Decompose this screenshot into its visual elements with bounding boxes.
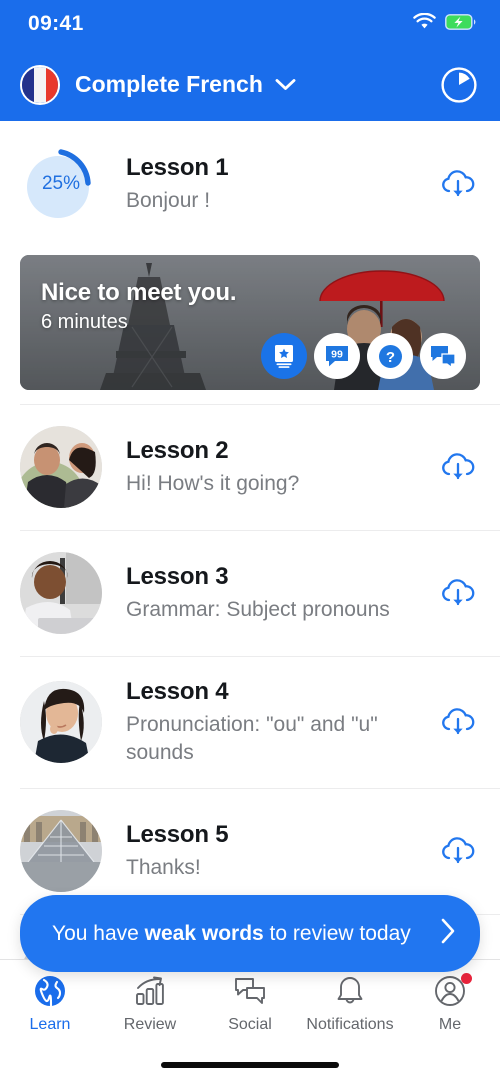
lesson-subtitle: Pronunciation: "ou" and "u" sounds [126, 713, 378, 764]
quiz-question-icon[interactable]: ? [367, 333, 413, 379]
cloud-download-icon[interactable] [438, 704, 478, 740]
battery-charging-icon [445, 13, 476, 35]
lesson-thumbnail [20, 680, 102, 763]
lesson-thumbnail [20, 426, 102, 508]
tab-label: Me [438, 1016, 462, 1033]
banner-text-bold: weak words [144, 921, 264, 945]
tab-label: Notifications [306, 1016, 394, 1033]
wifi-icon [413, 12, 436, 35]
chevron-down-icon[interactable] [275, 78, 296, 91]
tab-notifications[interactable]: Notifications [300, 974, 400, 1034]
svg-text:?: ? [385, 349, 394, 366]
bar-chart-arrow-icon [133, 974, 167, 1008]
status-bar-icons [413, 12, 476, 35]
lesson-row[interactable]: Lesson 4 Pronunciation: "ou" and "u" sou… [0, 656, 500, 788]
banner-text-after: to review today [263, 921, 411, 945]
phrases-bubble-icon[interactable]: 99 [314, 333, 360, 379]
featured-lesson-title: Nice to meet you. [41, 279, 237, 306]
tab-me[interactable]: Me [400, 973, 500, 1034]
tab-label: Learn [29, 1016, 71, 1033]
lesson-title: Lesson 5 [126, 820, 229, 848]
chat-bubbles-icon [232, 974, 268, 1008]
french-flag-icon [20, 64, 60, 105]
featured-lesson-card-wrap: Nice to meet you. 6 minutes 99 ? [0, 247, 500, 404]
notification-badge-dot [461, 973, 472, 984]
tab-social[interactable]: Social [200, 974, 300, 1034]
cloud-download-icon[interactable] [438, 833, 478, 869]
lesson-row[interactable]: Lesson 3 Grammar: Subject pronouns [0, 530, 500, 656]
lesson-progress-ring: 25% [20, 143, 102, 225]
tab-review[interactable]: Review [100, 974, 200, 1034]
conversation-bubbles-icon[interactable] [420, 333, 466, 379]
lesson-row[interactable]: 25% Lesson 1 Bonjour ! [0, 121, 500, 247]
featured-lesson-actions: 99 ? [261, 333, 466, 379]
lesson-text: Lesson 1 Bonjour ! [102, 154, 438, 215]
cloud-download-icon[interactable] [438, 449, 478, 485]
lesson-text: Lesson 4 Pronunciation: "ou" and "u" sou… [102, 678, 438, 766]
lesson-thumbnail [20, 552, 102, 634]
svg-text:99: 99 [331, 349, 343, 361]
lesson-row[interactable]: Lesson 2 Hi! How's it going? [0, 404, 500, 530]
cloud-download-icon[interactable] [438, 166, 478, 202]
banner-text-before: You have [52, 921, 145, 945]
course-title[interactable]: Complete French [75, 71, 263, 98]
lesson-progress-label: 25% [41, 173, 81, 194]
lesson-subtitle: Thanks! [126, 855, 201, 879]
lesson-text: Lesson 3 Grammar: Subject pronouns [102, 563, 438, 624]
featured-lesson-duration: 6 minutes [41, 311, 128, 333]
featured-lesson-card[interactable]: Nice to meet you. 6 minutes 99 ? [20, 255, 480, 390]
app-header: Complete French [0, 48, 500, 121]
bottom-tab-bar[interactable]: Learn Review Social Notifications Me [0, 959, 500, 1080]
lesson-subtitle: Grammar: Subject pronouns [126, 598, 390, 621]
featured-lesson-copy: Nice to meet you. 6 minutes [41, 279, 237, 334]
weak-words-banner[interactable]: You have weak words to review today [20, 895, 480, 972]
vocabulary-book-icon[interactable] [261, 333, 307, 379]
lesson-thumbnail [20, 809, 102, 892]
lesson-title: Lesson 2 [126, 436, 229, 464]
lesson-title: Lesson 3 [126, 562, 229, 590]
status-bar: 09:41 [0, 0, 500, 48]
lesson-text: Lesson 5 Thanks! [102, 821, 438, 882]
chevron-right-icon[interactable] [440, 917, 456, 950]
lesson-title: Lesson 1 [126, 153, 229, 181]
globe-icon [33, 974, 67, 1008]
course-progress-ring-icon[interactable] [440, 66, 478, 104]
tab-learn[interactable]: Learn [0, 974, 100, 1034]
cloud-download-icon[interactable] [438, 575, 478, 611]
home-indicator [161, 1062, 339, 1068]
bell-icon [335, 974, 365, 1008]
tab-label: Review [123, 1016, 177, 1033]
status-bar-time: 09:41 [28, 12, 84, 35]
lesson-text: Lesson 2 Hi! How's it going? [102, 437, 438, 498]
lesson-title: Lesson 4 [126, 678, 229, 705]
lesson-subtitle: Hi! How's it going? [126, 472, 300, 495]
lesson-subtitle: Bonjour ! [126, 189, 211, 212]
weak-words-banner-text: You have weak words to review today [52, 920, 440, 948]
tab-label: Social [228, 1016, 272, 1033]
